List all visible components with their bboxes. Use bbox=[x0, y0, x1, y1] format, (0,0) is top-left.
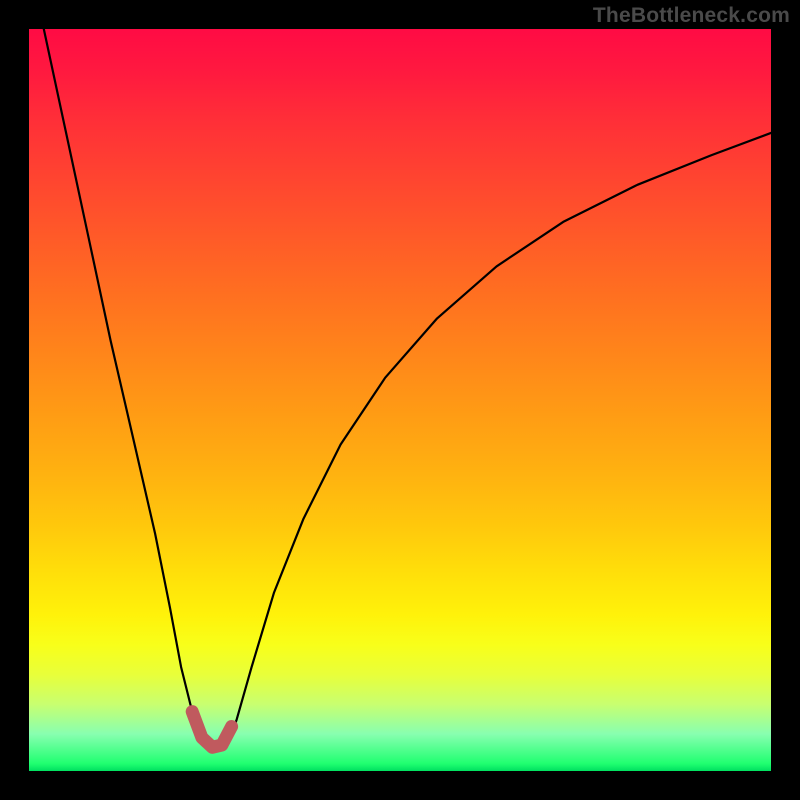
chart-stage: TheBottleneck.com bbox=[0, 0, 800, 800]
plot-area bbox=[29, 29, 771, 771]
watermark-text: TheBottleneck.com bbox=[593, 4, 790, 28]
optimal-range-marker bbox=[29, 29, 771, 771]
